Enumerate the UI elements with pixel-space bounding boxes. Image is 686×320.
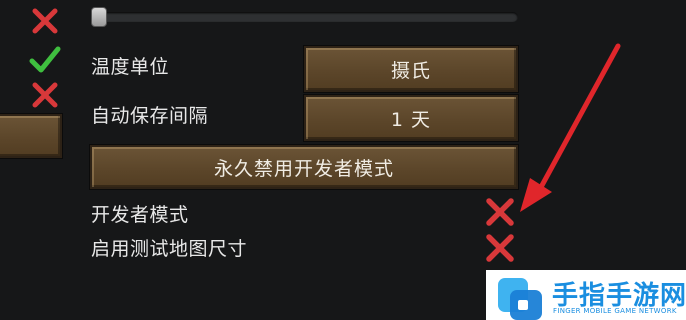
temperature-unit-label: 温度单位: [91, 56, 170, 78]
slider-track[interactable]: [92, 12, 518, 22]
watermark-logo: [498, 278, 542, 320]
autosave-interval-label: 自动保存间隔: [91, 105, 209, 127]
left-panel-button[interactable]: [0, 114, 62, 158]
dev-mode-label: 开发者模式: [91, 204, 189, 226]
autosave-interval-value: 1 天: [390, 108, 432, 131]
autosave-interval-button[interactable]: 1 天: [304, 95, 518, 141]
slider-handle[interactable]: [91, 7, 107, 27]
temperature-unit-value: 摄氏: [390, 59, 431, 82]
check-icon[interactable]: [28, 44, 62, 76]
disable-dev-mode-button[interactable]: 永久禁用开发者模式: [90, 145, 518, 189]
test-map-sizes-label: 启用测试地图尺寸: [91, 238, 248, 260]
cross-icon[interactable]: [30, 6, 60, 36]
temperature-unit-button[interactable]: 摄氏: [304, 46, 518, 92]
disable-dev-mode-label: 永久禁用开发者模式: [213, 157, 394, 180]
watermark-tagline: FINGER MOBILE GAME NETWORK: [553, 307, 677, 315]
test-map-sizes-cross-icon[interactable]: [484, 232, 516, 264]
arrow-annotation: [520, 43, 621, 212]
cross-icon[interactable]: [30, 80, 60, 110]
